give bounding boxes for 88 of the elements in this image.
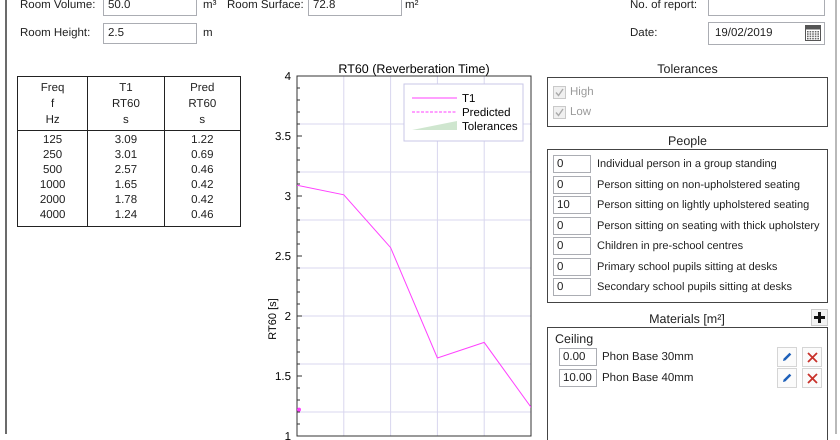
count-field[interactable]: 0: [553, 176, 591, 194]
y-tick-label: 3: [284, 191, 291, 203]
count-field[interactable]: 0: [553, 216, 591, 235]
table-cell: 2.57: [88, 163, 164, 178]
plus-icon: [814, 312, 825, 322]
count-field[interactable]: 0: [553, 237, 591, 256]
checkmark-icon: [555, 108, 564, 116]
section-title: Materials [m²]: [648, 310, 726, 326]
group-label: Ceiling: [555, 332, 594, 346]
column-header: s: [198, 113, 206, 128]
y-tick-label: 3.5: [275, 131, 291, 143]
series-point: [297, 408, 301, 412]
y-tick-label: 1.5: [275, 371, 291, 383]
count-field[interactable]: 0: [553, 278, 591, 296]
delete-button[interactable]: [802, 347, 822, 367]
column-header: f: [50, 97, 56, 112]
legend-label: T1: [462, 93, 476, 105]
column-header: Hz: [44, 113, 61, 128]
table-cell: 125: [18, 130, 88, 148]
area-field[interactable]: 10.00: [559, 369, 597, 387]
section-title: Tolerances: [656, 61, 719, 77]
chart-title: RT60 (Reverberation Time): [338, 62, 490, 76]
table-cell: 2000: [18, 193, 88, 208]
material-name: Phon Base 30mm: [602, 351, 694, 363]
edit-button[interactable]: [777, 368, 797, 388]
material-name: Phon Base 40mm: [602, 372, 694, 384]
table-cell: 0.46: [164, 208, 240, 226]
calendar-icon[interactable]: [805, 25, 821, 41]
table-cell: 1.65: [88, 178, 164, 193]
column-header: RT60: [110, 97, 141, 112]
close-icon: [806, 372, 818, 384]
count-field[interactable]: 0: [553, 155, 591, 174]
pencil-icon: [781, 351, 793, 363]
section-title: People: [667, 133, 708, 149]
count-field[interactable]: 0: [553, 258, 591, 276]
people-label: Person sitting on non-upholstered seating: [597, 178, 800, 191]
y-tick-label: 2: [284, 311, 291, 323]
date-field[interactable]: 19/02/2019: [708, 22, 825, 44]
field-label: Room Surface:: [227, 0, 305, 11]
table-cell: 1.24: [88, 208, 164, 226]
text-field[interactable]: [708, 0, 825, 16]
y-tick-label: 1: [284, 431, 291, 440]
people-label: Person sitting on lightly upholstered seating: [597, 199, 810, 212]
table-cell: 1000: [18, 178, 88, 193]
field-label: Room Volume:: [20, 0, 96, 11]
field-label: Room Height:: [20, 27, 92, 39]
column-header: Freq: [40, 81, 66, 96]
y-tick-label: 4: [284, 71, 291, 83]
people-label: Secondary school pupils sitting at desks: [597, 281, 792, 294]
table-cell: 1.78: [88, 193, 164, 208]
people-label: Individual person in a group standing: [597, 158, 777, 170]
table-cell: 3.01: [88, 148, 164, 163]
unit-label: m: [202, 27, 214, 39]
text-field[interactable]: 2.5: [103, 22, 197, 44]
people-label: Primary school pupils sitting at desks: [597, 260, 778, 273]
table-cell: 250: [18, 148, 88, 163]
edit-button[interactable]: [777, 347, 797, 367]
table-cell: 0.46: [164, 163, 240, 178]
table-cell: 0.69: [164, 148, 240, 163]
column-header: s: [122, 113, 130, 128]
table-cell: 0.42: [164, 178, 240, 193]
people-label: Person sitting on seating with thick upholstery: [597, 220, 820, 232]
table-cell: 3.09: [88, 130, 164, 148]
legend-label: Predicted: [462, 107, 511, 119]
checkmark-icon: [555, 88, 564, 96]
column-header: RT60: [187, 97, 218, 112]
close-icon: [806, 352, 818, 362]
table-cell: 4000: [18, 208, 88, 226]
people-label: Children in pre-school centres: [597, 240, 744, 252]
area-field[interactable]: 0.00: [559, 348, 597, 366]
count-field[interactable]: 10: [553, 196, 591, 214]
legend-label: Tolerances: [462, 121, 518, 133]
text-field[interactable]: 50.0: [103, 0, 197, 16]
y-axis-label: RT60 [s]: [267, 298, 279, 340]
table-cell: 0.42: [164, 193, 240, 208]
column-header: Pred: [189, 81, 216, 96]
add-button[interactable]: [811, 308, 828, 326]
unit-label: m³: [202, 0, 218, 11]
table-cell: 1.22: [164, 130, 240, 148]
y-tick-label: 2.5: [275, 251, 291, 263]
pencil-icon: [781, 372, 793, 384]
unit-label: m²: [405, 0, 418, 11]
delete-button[interactable]: [802, 368, 822, 388]
column-header: T1: [118, 81, 134, 96]
table-cell: 500: [18, 163, 88, 178]
field-label: Date:: [630, 27, 658, 39]
field-label: No. of report:: [630, 0, 698, 11]
text-field[interactable]: 72.8: [308, 0, 402, 16]
